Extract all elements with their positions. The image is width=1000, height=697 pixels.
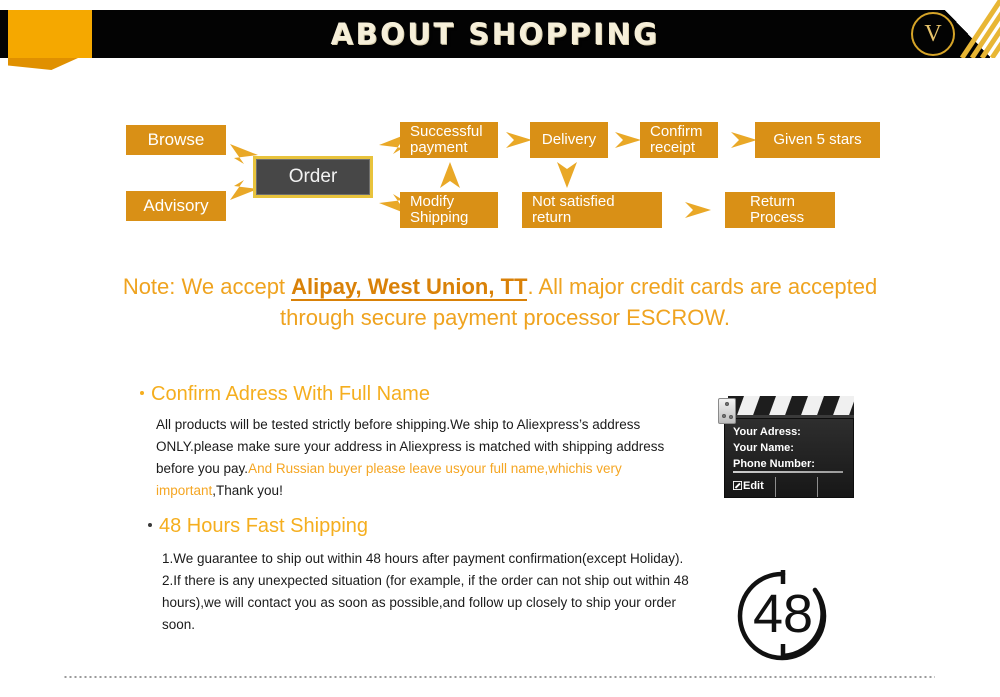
flow-node-modify-shipping-label-line1: Modify	[410, 192, 455, 210]
flow-node-return-process-label-line1: Return	[750, 192, 796, 210]
clapperboard-hinge-icon	[718, 398, 736, 424]
flow-node-advisory: Advisory	[126, 191, 226, 221]
flow-node-browse-label: Browse	[147, 130, 205, 150]
flow-node-return-process-label-line2: Process	[750, 209, 805, 226]
flow-node-successful-payment-label-line1: Successful	[410, 122, 483, 140]
payment-note-prefix: Note: We accept	[122, 274, 292, 299]
section-confirm-address: Confirm Adress With Full Name All produc…	[140, 383, 696, 501]
48-hours-clock-icon: 48	[733, 566, 833, 661]
clapperboard-stripe-bar	[728, 396, 854, 418]
corner-stripes-decoration	[936, 0, 1000, 58]
edit-pencil-icon	[733, 481, 742, 490]
flow-arrow-delivery-to-confirm	[615, 132, 641, 148]
clapperboard-graphic: Your Adress: Your Name: Phone Number: Ed…	[718, 396, 854, 498]
flow-node-order: Order	[253, 156, 373, 198]
order-process-flowchart: Browse Advisory Order Successful payment…	[0, 108, 1000, 236]
flow-node-return-process: Return Process	[725, 192, 835, 228]
clapperboard-cell-divider	[775, 477, 776, 497]
payment-note-line1-tail: . All major credit cards are accepted	[527, 274, 878, 299]
section-confirm-address-body: All products will be tested strictly bef…	[156, 414, 696, 501]
clapperboard-field-name: Your Name:	[733, 441, 794, 454]
bullet-icon	[148, 522, 152, 527]
clapperboard-edit-label: Edit	[743, 480, 764, 492]
section-48-hours-shipping-line-2: 2.If there is any unexpected situation (…	[162, 572, 689, 632]
page-title: ABOUT SHOPPING	[330, 17, 660, 51]
section-48-hours-shipping-heading: 48 Hours Fast Shipping	[148, 515, 692, 538]
section-48-hours-shipping-heading-text: 48 Hours Fast Shipping	[159, 515, 369, 537]
section-confirm-address-body-plain-2: ,Thank you!	[212, 482, 283, 498]
flow-node-delivery-label: Delivery	[541, 130, 597, 148]
page-header: ABOUT SHOPPING V	[0, 0, 1000, 75]
section-48-hours-shipping-line-1: 1.We guarantee to ship out within 48 hou…	[162, 551, 684, 566]
flow-arrow-not-satisfied-to-return-process	[685, 202, 711, 218]
bullet-icon	[140, 390, 144, 395]
flow-node-modify-shipping: Modify Shipping	[400, 192, 498, 228]
section-48-hours-shipping-body: 1.We guarantee to ship out within 48 hou…	[162, 548, 692, 635]
bottom-dotted-divider	[63, 676, 935, 678]
flow-node-advisory-label: Advisory	[143, 196, 209, 216]
flow-node-successful-payment-label-line2: payment	[410, 139, 468, 156]
section-48-hours-shipping: 48 Hours Fast Shipping 1.We guarantee to…	[148, 515, 692, 635]
clapperboard-field-address: Your Adress:	[733, 426, 801, 438]
section-confirm-address-heading-text: Confirm Adress With Full Name	[151, 383, 430, 405]
flow-node-modify-shipping-label-line2: Shipping	[410, 209, 469, 226]
flow-arrow-delivery-to-not-satisfied	[557, 162, 577, 188]
payment-note-methods: Alipay, West Union, TT	[291, 274, 528, 301]
flow-node-not-satisfied-return-label-line2: return	[532, 209, 572, 226]
clapperboard-cell-divider	[817, 477, 818, 497]
clapperboard-footer-row: Edit	[733, 477, 843, 497]
flow-node-given-5-stars: Given 5 stars	[755, 122, 880, 158]
flow-arrow-modify-to-successful	[440, 162, 460, 188]
header-orange-badge-tail	[8, 58, 78, 70]
flow-node-browse: Browse	[126, 125, 226, 155]
flow-node-order-label: Order	[288, 166, 338, 187]
clapperboard-divider	[733, 471, 843, 473]
flow-node-confirm-receipt: Confirm receipt	[640, 122, 718, 158]
flow-node-confirm-receipt-label-line1: Confirm	[650, 122, 703, 140]
flow-node-not-satisfied-return-label-line1: Not satisfied	[532, 192, 615, 210]
flow-node-not-satisfied-return: Not satisfied return	[522, 192, 662, 228]
flow-node-delivery: Delivery	[530, 122, 608, 158]
flow-node-given-5-stars-label: Given 5 stars	[773, 130, 862, 148]
section-confirm-address-heading: Confirm Adress With Full Name	[140, 383, 696, 406]
svg-text:48: 48	[753, 584, 813, 644]
clapperboard-fields-panel: Your Adress: Your Name: Phone Number: Ed…	[724, 418, 854, 498]
about-shopping-banner: ABOUT SHOPPING V Browse Advisory Order S…	[0, 0, 1000, 697]
flow-node-successful-payment: Successful payment	[400, 122, 498, 158]
clapperboard-edit-button[interactable]: Edit	[733, 479, 764, 495]
payment-note-line2: through secure payment processor ESCROW.	[280, 304, 730, 330]
payment-note: Note: We accept Alipay, West Union, TT. …	[70, 272, 930, 334]
flow-node-confirm-receipt-label-line2: receipt	[650, 139, 696, 156]
